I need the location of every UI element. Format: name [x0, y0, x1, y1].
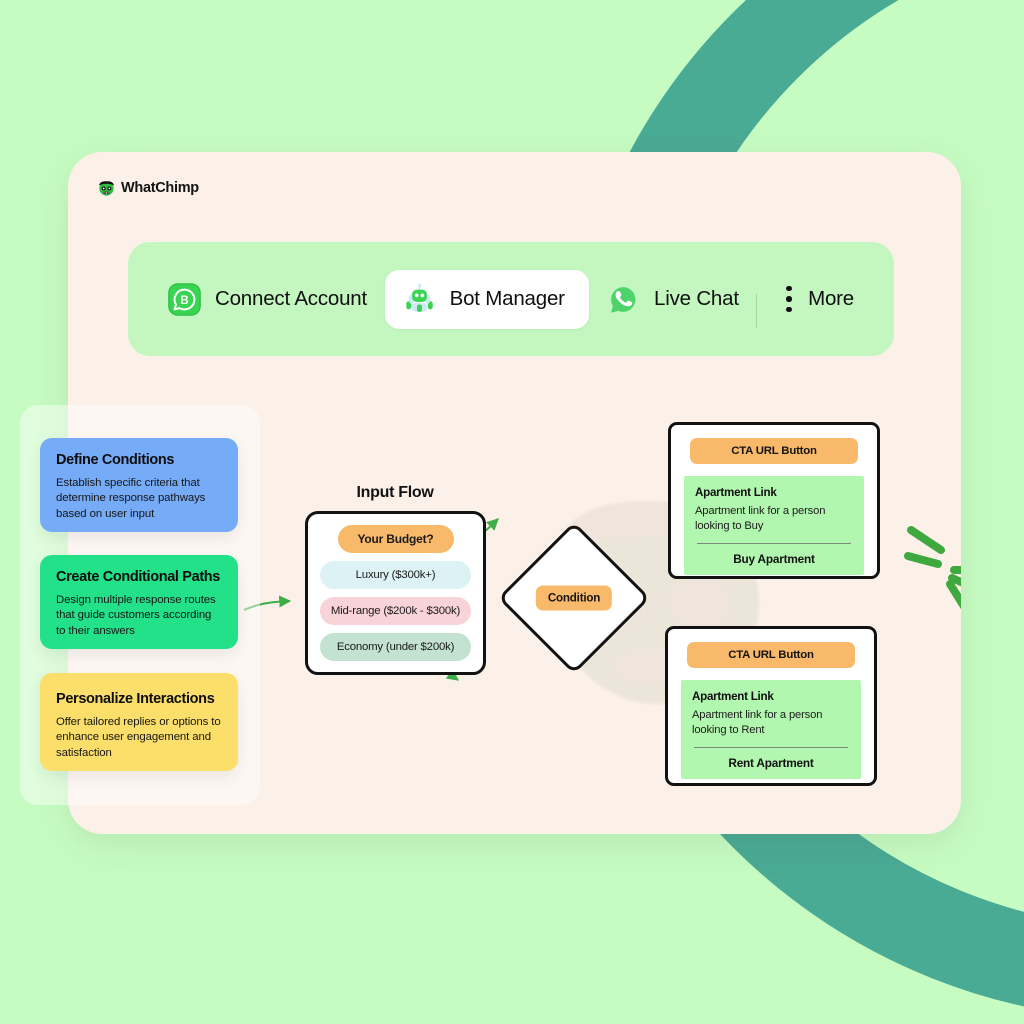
nav-item-bot-manager[interactable]: Bot Manager: [384, 269, 589, 329]
main-navigation: B Connect Account Bot Manager Live Chat …: [128, 242, 894, 356]
input-flow-node[interactable]: Your Budget? Luxury ($300k+) Mid-range (…: [305, 511, 486, 675]
cta-action-buy-apartment[interactable]: Buy Apartment: [695, 552, 853, 566]
whatsapp-phone-icon: [611, 286, 636, 313]
chimp-logo-icon: [98, 181, 115, 196]
feature-card-body: Offer tailored replies or options to enh…: [56, 716, 221, 759]
three-dots-vertical-icon: [786, 285, 792, 313]
cta-body-rent: Apartment Link Apartment link for a pers…: [681, 680, 861, 779]
nav-label-live-chat: Live Chat: [654, 287, 739, 310]
robot-icon: [405, 283, 433, 312]
feature-card-body: Establish specific criteria that determi…: [56, 477, 206, 520]
brand-logo-lockup: WhatChimp: [97, 178, 199, 197]
cta-description-buy: Apartment link for a person looking to B…: [695, 505, 826, 532]
whatsapp-business-icon: B: [168, 282, 201, 316]
cta-description-rent: Apartment link for a person looking to R…: [692, 709, 823, 736]
nav-label-bot-manager: Bot Manager: [449, 287, 565, 310]
svg-text:B: B: [180, 295, 188, 307]
budget-question-pill: Your Budget?: [337, 525, 454, 553]
cta-divider: [697, 542, 851, 544]
condition-node[interactable]: Condition: [497, 521, 651, 675]
feature-card-title: Create Conditional Paths: [56, 569, 221, 585]
nav-item-live-chat[interactable]: Live Chat: [603, 283, 743, 316]
cta-action-rent-apartment[interactable]: Rent Apartment: [692, 756, 850, 770]
cta-title-buy: Apartment Link: [695, 486, 777, 499]
feature-card-personalize-interactions[interactable]: Personalize Interactions Offer tailored …: [40, 673, 238, 771]
feature-card-define-conditions[interactable]: Define Conditions Establish specific cri…: [40, 438, 238, 532]
budget-option-luxury[interactable]: Luxury ($300k+): [320, 561, 471, 589]
sparkle-decoration-icon: [904, 526, 961, 610]
cta-header-buy: CTA URL Button: [690, 438, 858, 464]
cta-title-rent: Apartment Link: [692, 690, 774, 703]
nav-item-connect-account[interactable]: B Connect Account: [164, 282, 371, 316]
nav-label-connect-account: Connect Account: [215, 287, 367, 310]
cta-divider: [694, 746, 848, 748]
cta-body-buy: Apartment Link Apartment link for a pers…: [684, 476, 864, 575]
cta-card-rent[interactable]: CTA URL Button Apartment Link Apartment …: [665, 626, 877, 786]
budget-option-mid-range[interactable]: Mid-range ($200k - $300k): [320, 597, 471, 625]
cta-card-buy[interactable]: CTA URL Button Apartment Link Apartment …: [668, 422, 880, 579]
cta-header-rent: CTA URL Button: [687, 642, 855, 668]
input-flow-title: Input Flow: [356, 484, 434, 501]
budget-option-economy[interactable]: Economy (under $200k): [320, 633, 471, 661]
feature-card-title: Define Conditions: [56, 452, 175, 468]
brand-name: WhatChimp: [121, 179, 199, 196]
nav-item-more[interactable]: More: [782, 285, 858, 313]
feature-card-body: Design multiple response routes that gui…: [56, 594, 216, 637]
feature-card-title: Personalize Interactions: [56, 691, 215, 707]
page-root: WhatChimp B Connect Account Bot Manager …: [0, 0, 1024, 1024]
feature-card-create-conditional-paths[interactable]: Create Conditional Paths Design multiple…: [40, 555, 238, 649]
nav-label-more: More: [808, 287, 854, 310]
condition-label: Condition: [535, 585, 613, 611]
